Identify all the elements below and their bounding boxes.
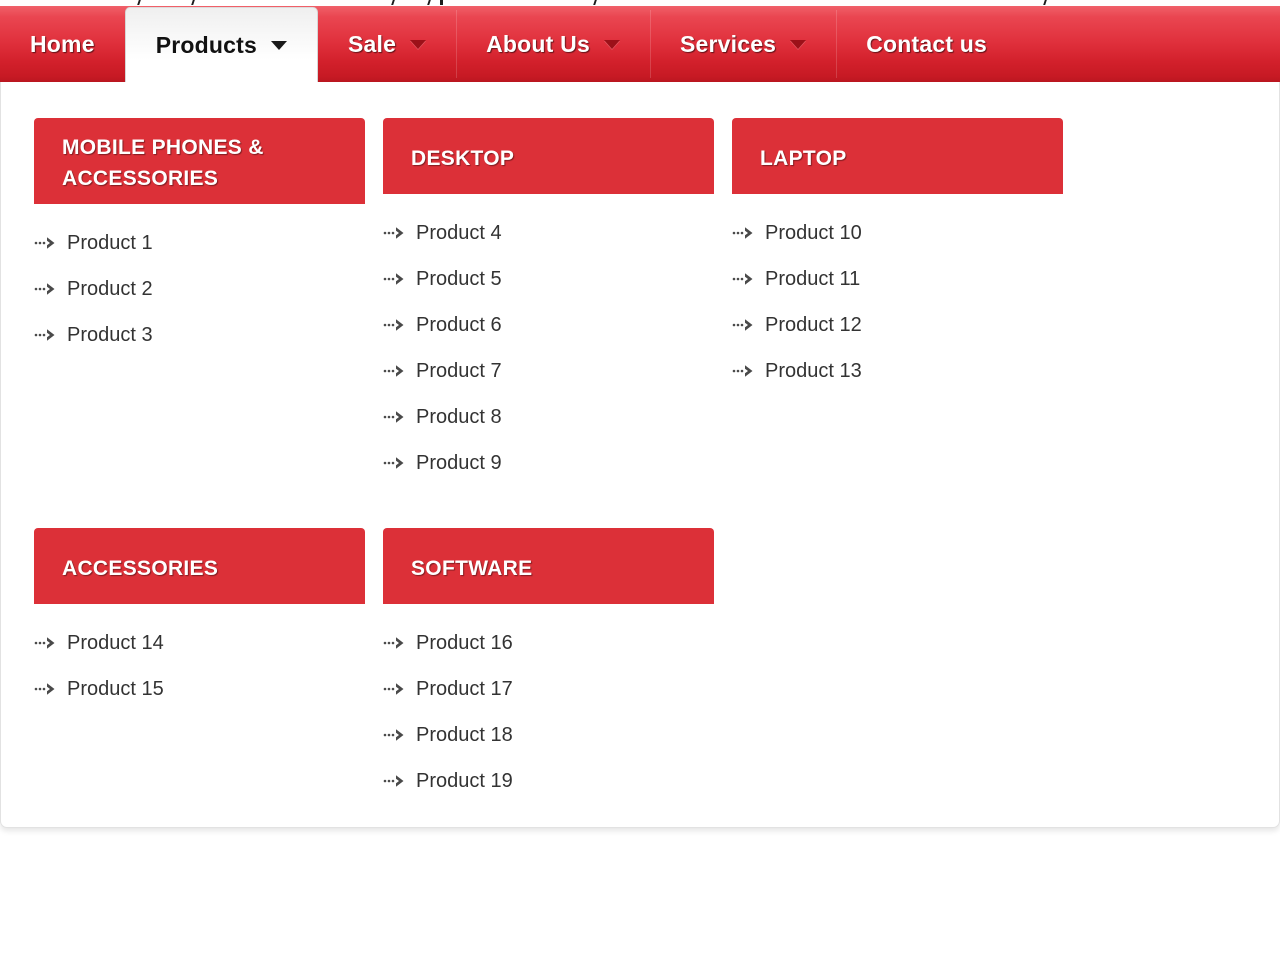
- dashed-arrow-icon: [34, 328, 56, 342]
- chevron-down-icon: [604, 40, 620, 49]
- list-item[interactable]: Product 7: [383, 348, 732, 394]
- list-item[interactable]: Product 17: [383, 666, 732, 712]
- nav-item-label: Services: [680, 31, 776, 58]
- nav-item-sale[interactable]: Sale: [318, 6, 456, 82]
- dashed-arrow-icon: [383, 456, 405, 470]
- chevron-down-icon: [410, 40, 426, 49]
- list-item[interactable]: Product 6: [383, 302, 732, 348]
- product-link[interactable]: Product 10: [765, 223, 862, 243]
- list-item[interactable]: Product 15: [34, 666, 383, 712]
- dashed-arrow-icon: [383, 728, 405, 742]
- dashed-arrow-icon: [34, 236, 56, 250]
- list-item[interactable]: Product 16: [383, 620, 732, 666]
- nav-item-about-us[interactable]: About Us: [456, 6, 650, 82]
- category-item-list: Product 4 Product 5 Product 6 Product 7 Prod…: [383, 194, 732, 486]
- list-item[interactable]: Product 18: [383, 712, 732, 758]
- nav-item-products[interactable]: Products: [125, 7, 318, 82]
- product-link[interactable]: Product 12: [765, 315, 862, 335]
- nav-item-label: Home: [30, 31, 95, 58]
- dashed-arrow-icon: [34, 682, 56, 696]
- chevron-down-icon: [271, 41, 287, 50]
- category-header[interactable]: LAPTOP: [732, 118, 1063, 194]
- product-link[interactable]: Product 19: [416, 771, 513, 791]
- dashed-arrow-icon: [383, 272, 405, 286]
- category-column: ACCESSORIES Product 14 Product 15: [34, 528, 383, 804]
- product-link[interactable]: Product 5: [416, 269, 502, 289]
- product-link[interactable]: Product 3: [67, 325, 153, 345]
- product-link[interactable]: Product 11: [765, 269, 860, 289]
- dashed-arrow-icon: [732, 226, 754, 240]
- category-title: MOBILE PHONES & ACCESSORIES: [62, 132, 332, 194]
- category-header[interactable]: SOFTWARE: [383, 528, 714, 604]
- category-title: LAPTOP: [760, 143, 847, 174]
- category-title: ACCESSORIES: [62, 553, 218, 584]
- dashed-arrow-icon: [383, 226, 405, 240]
- nav-item-contact-us[interactable]: Contact us: [836, 6, 1017, 82]
- product-link[interactable]: Product 8: [416, 407, 502, 427]
- category-column: DESKTOPProduct 4Product 5Product 6Produc…: [383, 118, 732, 514]
- dashed-arrow-icon: [383, 364, 405, 378]
- product-link[interactable]: Product 18: [416, 725, 513, 745]
- product-link[interactable]: Product 13: [765, 361, 862, 381]
- chevron-down-icon: [790, 40, 806, 49]
- list-item[interactable]: Product 4: [383, 210, 732, 256]
- category-item-list: Product 1 Product 2 Product 3: [34, 204, 383, 358]
- product-link[interactable]: Product 2: [67, 279, 153, 299]
- list-item[interactable]: Product 1: [34, 220, 383, 266]
- dashed-arrow-icon: [732, 318, 754, 332]
- dashed-arrow-icon: [383, 774, 405, 788]
- list-item[interactable]: Product 13: [732, 348, 1081, 394]
- list-item[interactable]: Product 14: [34, 620, 383, 666]
- product-link[interactable]: Product 4: [416, 223, 502, 243]
- dashed-arrow-icon: [732, 364, 754, 378]
- category-column: SOFTWAREProduct 16Product 17Product 18Pr…: [383, 528, 732, 804]
- category-column: LAPTOPProduct 10Product 11Product 12Prod…: [732, 118, 1081, 514]
- dashed-arrow-icon: [383, 318, 405, 332]
- nav-item-services[interactable]: Services: [650, 6, 836, 82]
- main-navigation-bar: Home Products Sale About Us Services Contact …: [0, 6, 1280, 82]
- nav-item-label: Sale: [348, 31, 396, 58]
- list-item[interactable]: Product 12: [732, 302, 1081, 348]
- nav-item-label: About Us: [486, 31, 590, 58]
- dashed-arrow-icon: [383, 410, 405, 424]
- dashed-arrow-icon: [34, 282, 56, 296]
- category-header[interactable]: MOBILE PHONES & ACCESSORIES: [34, 118, 365, 204]
- category-title: DESKTOP: [411, 143, 514, 174]
- product-link[interactable]: Product 15: [67, 679, 164, 699]
- nav-item-home[interactable]: Home: [0, 6, 125, 82]
- products-mega-dropdown-panel: MOBILE PHONES & ACCESSORIESProduct 1Prod…: [0, 82, 1280, 828]
- category-header[interactable]: ACCESSORIES: [34, 528, 365, 604]
- category-item-list: Product 10 Product 11 Product 12 Product 13: [732, 194, 1081, 394]
- list-item[interactable]: Product 19: [383, 758, 732, 804]
- list-item[interactable]: Product 3: [34, 312, 383, 358]
- list-item[interactable]: Product 8: [383, 394, 732, 440]
- product-link[interactable]: Product 17: [416, 679, 513, 699]
- dashed-arrow-icon: [383, 682, 405, 696]
- product-link[interactable]: Product 6: [416, 315, 502, 335]
- product-link[interactable]: Product 16: [416, 633, 513, 653]
- nav-item-label: Contact us: [866, 31, 987, 58]
- category-item-list: Product 14 Product 15: [34, 604, 383, 712]
- category-item-list: Product 16 Product 17 Product 18 Product 19: [383, 604, 732, 804]
- dashed-arrow-icon: [383, 636, 405, 650]
- category-grid: MOBILE PHONES & ACCESSORIESProduct 1Prod…: [34, 118, 1248, 818]
- list-item[interactable]: Product 11: [732, 256, 1081, 302]
- product-link[interactable]: Product 1: [67, 233, 153, 253]
- dashed-arrow-icon: [34, 636, 56, 650]
- list-item[interactable]: Product 5: [383, 256, 732, 302]
- list-item[interactable]: Product 9: [383, 440, 732, 486]
- product-link[interactable]: Product 7: [416, 361, 502, 381]
- clipped-headline-artifacts: [0, 0, 1280, 5]
- list-item[interactable]: Product 2: [34, 266, 383, 312]
- nav-item-label: Products: [156, 32, 257, 59]
- category-header[interactable]: DESKTOP: [383, 118, 714, 194]
- product-link[interactable]: Product 14: [67, 633, 164, 653]
- category-column: MOBILE PHONES & ACCESSORIESProduct 1Prod…: [34, 118, 383, 514]
- category-title: SOFTWARE: [411, 553, 532, 584]
- product-link[interactable]: Product 9: [416, 453, 502, 473]
- list-item[interactable]: Product 10: [732, 210, 1081, 256]
- dashed-arrow-icon: [732, 272, 754, 286]
